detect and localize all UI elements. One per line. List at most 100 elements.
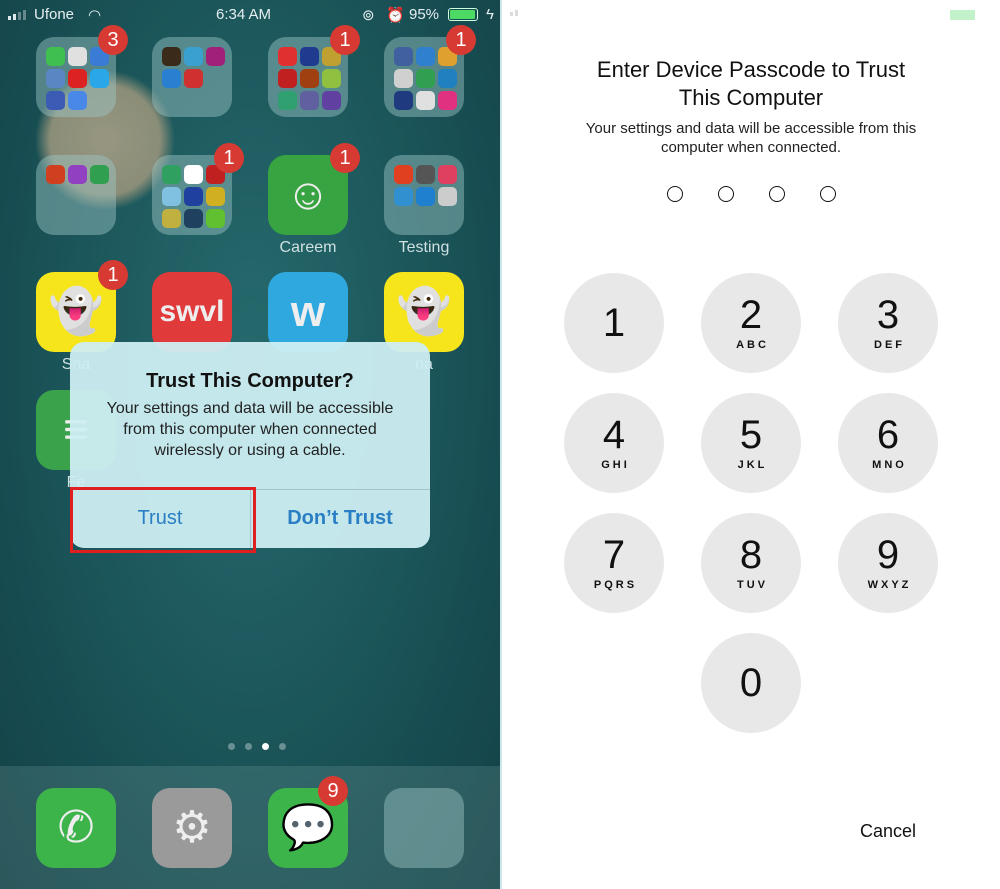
app-icon[interactable]: w [268, 272, 348, 352]
wifi-icon: ◠ [88, 7, 102, 24]
app-mini-icon [278, 91, 297, 110]
app-mini-icon [162, 187, 181, 206]
folder-icon[interactable] [36, 155, 116, 235]
app-mini-icon [46, 91, 65, 110]
home-screen: Ufone ◠ 6:34 AM ⊚ ⏰ 95% ϟ 3 1 1 1 ☺ 1 Careem Te… [0, 0, 500, 889]
app-mini-icon [46, 165, 65, 184]
passcode-dot [820, 186, 836, 202]
page-title: Enter Device Passcode to Trust This Compu… [502, 56, 1000, 112]
app-mini-icon [162, 69, 181, 88]
notification-badge: 1 [98, 260, 128, 290]
rotation-lock-icon: ⊚ [362, 7, 375, 24]
app-mini-icon [278, 69, 297, 88]
subtitle: Your settings and data will be accessibl… [502, 119, 1000, 157]
notification-badge: 1 [330, 143, 360, 173]
keypad-key-1[interactable]: 1 [564, 273, 664, 373]
page-dot[interactable] [262, 743, 269, 750]
app-mini-icon [394, 187, 413, 206]
app-mini-icon [46, 47, 65, 66]
key-letters: MNO [872, 459, 907, 471]
status-bar: Ufone ◠ 6:34 AM ⊚ ⏰ 95% ϟ [0, 0, 500, 28]
keypad-key-8[interactable]: 8 TUV [701, 513, 801, 613]
app-mini-icon [184, 187, 203, 206]
app-mini-icon [184, 69, 203, 88]
keypad-key-0[interactable]: 0 [701, 633, 801, 733]
subtitle-line: Your settings and data will be accessibl… [585, 120, 917, 137]
app-mini-icon [300, 47, 319, 66]
app-mini-icon [184, 165, 203, 184]
app-icon[interactable]: 👻 [384, 272, 464, 352]
folder-icon[interactable] [384, 155, 464, 235]
signal-icon [8, 10, 26, 20]
notification-badge: 9 [318, 776, 348, 806]
title-line: This Computer [678, 85, 824, 110]
key-digit: 6 [876, 413, 900, 457]
app-mini-icon [416, 187, 435, 206]
app-mini-icon [206, 209, 225, 228]
notification-badge: 1 [214, 143, 244, 173]
keypad-key-3[interactable]: 3 DEF [838, 273, 938, 373]
dialog-message: Your settings and data will be accessibl… [106, 400, 394, 459]
keypad-key-2[interactable]: 2 ABC [701, 273, 801, 373]
app-mini-icon [322, 69, 341, 88]
key-digit: 0 [739, 661, 763, 705]
key-letters: WXYZ [867, 579, 912, 591]
keypad-key-9[interactable]: 9 WXYZ [838, 513, 938, 613]
app-mini-icon [438, 91, 457, 110]
app-icon[interactable]: swvl [152, 272, 232, 352]
key-letters: JKL [737, 459, 768, 471]
signal-icon [510, 10, 518, 16]
app-mini-icon [416, 165, 435, 184]
app-mini-icon [438, 69, 457, 88]
page-indicator[interactable] [228, 743, 286, 750]
page-dot[interactable] [228, 743, 235, 750]
passcode-dot [667, 186, 683, 202]
key-digit: 5 [739, 413, 763, 457]
folder-icon[interactable] [152, 37, 232, 117]
app-mini-icon [416, 91, 435, 110]
app-mini-icon [322, 91, 341, 110]
notification-badge: 3 [98, 25, 128, 55]
app-mini-icon [394, 47, 413, 66]
app-label: Testing [398, 239, 450, 256]
app-mini-icon [438, 165, 457, 184]
charging-icon: ϟ [486, 6, 494, 23]
app-mini-icon [278, 47, 297, 66]
app-mini-icon [206, 47, 225, 66]
app-mini-icon [68, 91, 87, 110]
keypad-key-6[interactable]: 6 MNO [838, 393, 938, 493]
app-mini-icon [162, 47, 181, 66]
notification-badge: 1 [446, 25, 476, 55]
app-glyph-icon: swvl [159, 295, 225, 328]
key-letters: GHI [601, 459, 630, 471]
cancel-button[interactable]: Cancel [860, 821, 916, 842]
app-mini-icon [394, 69, 413, 88]
folder-icon[interactable] [384, 788, 464, 868]
title-line: Enter Device Passcode to Trust [596, 57, 906, 82]
app-mini-icon [68, 47, 87, 66]
app-mini-icon [68, 69, 87, 88]
battery-icon [448, 8, 478, 21]
status-bar [502, 0, 1000, 28]
keypad-key-7[interactable]: 7 PQRS [564, 513, 664, 613]
keypad-key-4[interactable]: 4 GHI [564, 393, 664, 493]
app-mini-icon [90, 165, 109, 184]
key-digit: 8 [739, 533, 763, 577]
notification-badge: 1 [330, 25, 360, 55]
highlight-box [70, 487, 256, 553]
app-glyph-icon: w [290, 287, 326, 336]
key-digit: 4 [602, 413, 626, 457]
app-glyph-icon: 👻 [396, 287, 452, 336]
dont-trust-button[interactable]: Don’t Trust [250, 489, 430, 548]
phone-icon[interactable]: ✆ [36, 788, 116, 868]
key-digit: 7 [602, 533, 626, 577]
app-mini-icon [206, 187, 225, 206]
page-dot[interactable] [279, 743, 286, 750]
app-mini-icon [438, 187, 457, 206]
clock: 6:34 AM [216, 6, 272, 23]
keypad-key-5[interactable]: 5 JKL [701, 393, 801, 493]
app-mini-icon [394, 91, 413, 110]
key-letters: ABC [736, 339, 769, 351]
page-dot[interactable] [245, 743, 252, 750]
settings-icon[interactable]: ⚙ [152, 788, 232, 868]
